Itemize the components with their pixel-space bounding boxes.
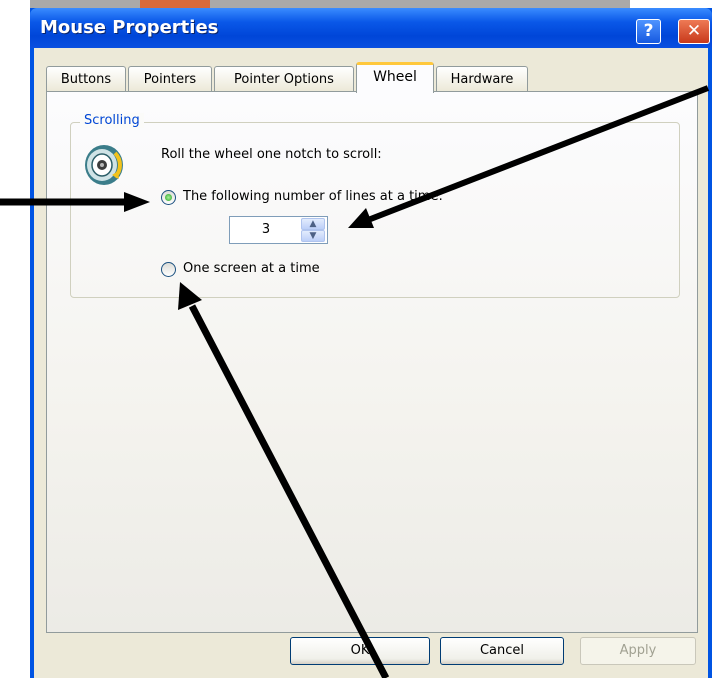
scrolling-group-label: Scrolling xyxy=(80,113,144,128)
tab-pointers[interactable]: Pointers xyxy=(128,66,212,91)
apply-button[interactable]: Apply xyxy=(580,637,696,665)
lines-value[interactable]: 3 xyxy=(230,222,302,237)
ok-button[interactable]: OK xyxy=(290,637,430,665)
lines-spinbox[interactable]: 3 ▲ ▼ xyxy=(229,216,328,244)
spin-up-button[interactable]: ▲ xyxy=(301,218,325,230)
radio-one-screen[interactable] xyxy=(161,262,176,277)
scroll-description: Roll the wheel one notch to scroll: xyxy=(161,147,382,162)
mouse-wheel-icon xyxy=(85,145,123,185)
help-button[interactable]: ? xyxy=(636,19,661,44)
title-bar[interactable]: Mouse Properties ? ✕ xyxy=(30,8,712,48)
tab-buttons[interactable]: Buttons xyxy=(46,66,126,91)
spin-buttons: ▲ ▼ xyxy=(301,218,325,242)
tab-hardware[interactable]: Hardware xyxy=(436,66,528,91)
tab-wheel[interactable]: Wheel xyxy=(356,62,434,93)
radio-one-screen-label[interactable]: One screen at a time xyxy=(183,261,320,276)
radio-lines-label[interactable]: The following number of lines at a time: xyxy=(183,189,443,204)
cancel-button[interactable]: Cancel xyxy=(440,637,564,665)
window-title: Mouse Properties xyxy=(40,17,219,38)
background-left xyxy=(0,0,30,678)
radio-lines-at-a-time[interactable] xyxy=(161,190,176,205)
tab-pointer-options[interactable]: Pointer Options xyxy=(214,66,354,91)
spin-down-button[interactable]: ▼ xyxy=(301,230,325,242)
close-button[interactable]: ✕ xyxy=(678,19,710,44)
